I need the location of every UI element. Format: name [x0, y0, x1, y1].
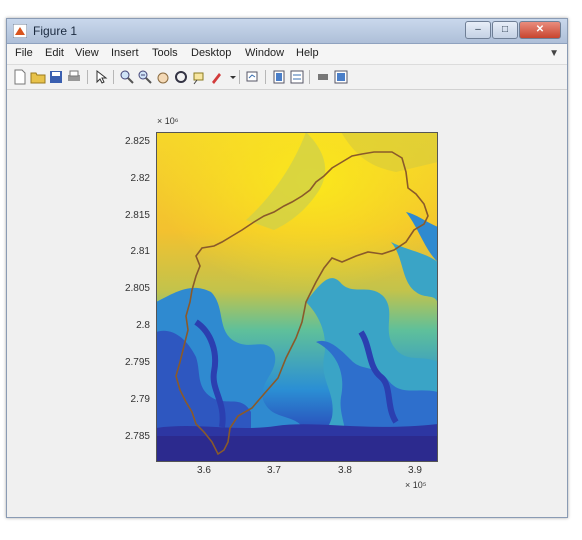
- y-tick-label: 2.81: [130, 246, 150, 257]
- y-tick-label: 2.825: [124, 136, 150, 147]
- menu-bar: File Edit View Insert Tools Desktop Wind…: [7, 44, 567, 65]
- menu-expand-icon[interactable]: ▼: [549, 48, 559, 59]
- new-figure-icon[interactable]: [12, 69, 28, 85]
- menu-tools[interactable]: Tools: [152, 47, 178, 59]
- colorbar-icon[interactable]: [271, 69, 287, 85]
- x-tick-label: 3.7: [267, 465, 281, 476]
- figure-toolbar: [7, 65, 567, 90]
- toolbar-separator: [113, 70, 114, 84]
- lowland-band: [156, 432, 438, 462]
- y-tick-label: 2.805: [124, 283, 150, 294]
- y-tick-label: 2.8: [136, 320, 150, 331]
- toolbar-separator: [87, 70, 88, 84]
- y-tick-label: 2.815: [124, 210, 150, 221]
- brush-dropdown-icon[interactable]: [225, 69, 236, 85]
- x-tick-label: 3.9: [408, 465, 422, 476]
- legend-icon[interactable]: [289, 69, 305, 85]
- pointer-icon[interactable]: [93, 69, 109, 85]
- zoom-in-icon[interactable]: [119, 69, 135, 85]
- minimize-button[interactable]: –: [465, 21, 491, 39]
- show-plot-tools-icon[interactable]: [333, 69, 349, 85]
- data-cursor-icon[interactable]: [191, 69, 207, 85]
- toolbar-separator: [309, 70, 310, 84]
- toolbar-separator: [265, 70, 266, 84]
- menu-edit[interactable]: Edit: [45, 47, 64, 59]
- y-tick-label: 2.785: [124, 431, 150, 442]
- y-axis-exponent: × 10⁶: [157, 116, 179, 126]
- window-title: Figure 1: [33, 24, 78, 38]
- zoom-out-icon[interactable]: [137, 69, 153, 85]
- rotate-3d-icon[interactable]: [173, 69, 189, 85]
- figure-canvas: × 10⁶ 2.825 2.82 2.815 2.81 2.805 2.8 2.…: [7, 90, 567, 517]
- x-tick-label: 3.6: [197, 465, 211, 476]
- open-file-icon[interactable]: [30, 69, 46, 85]
- print-icon[interactable]: [66, 69, 82, 85]
- menu-view[interactable]: View: [75, 47, 99, 59]
- menu-desktop[interactable]: Desktop: [191, 47, 231, 59]
- save-icon[interactable]: [48, 69, 64, 85]
- matlab-icon: [13, 24, 27, 38]
- x-tick-label: 3.8: [338, 465, 352, 476]
- x-axis-exponent: × 10⁵: [405, 480, 427, 490]
- menu-window[interactable]: Window: [245, 47, 284, 59]
- maximize-button[interactable]: □: [492, 21, 518, 39]
- y-tick-label: 2.82: [130, 173, 150, 184]
- elevation-heatmap-axes[interactable]: [156, 132, 438, 462]
- pan-icon[interactable]: [155, 69, 171, 85]
- toolbar-separator: [239, 70, 240, 84]
- menu-insert[interactable]: Insert: [111, 47, 139, 59]
- y-tick-label: 2.795: [124, 357, 150, 368]
- close-button[interactable]: ✕: [519, 21, 561, 39]
- title-bar[interactable]: Figure 1 – □ ✕: [7, 19, 567, 44]
- link-plot-icon[interactable]: [245, 69, 261, 85]
- brush-icon[interactable]: [209, 69, 225, 85]
- menu-file[interactable]: File: [15, 47, 33, 59]
- menu-help[interactable]: Help: [296, 47, 319, 59]
- hide-plot-tools-icon[interactable]: [315, 69, 331, 85]
- figure-window: Figure 1 – □ ✕ File Edit View Insert Too…: [6, 18, 568, 518]
- y-tick-label: 2.79: [130, 394, 150, 405]
